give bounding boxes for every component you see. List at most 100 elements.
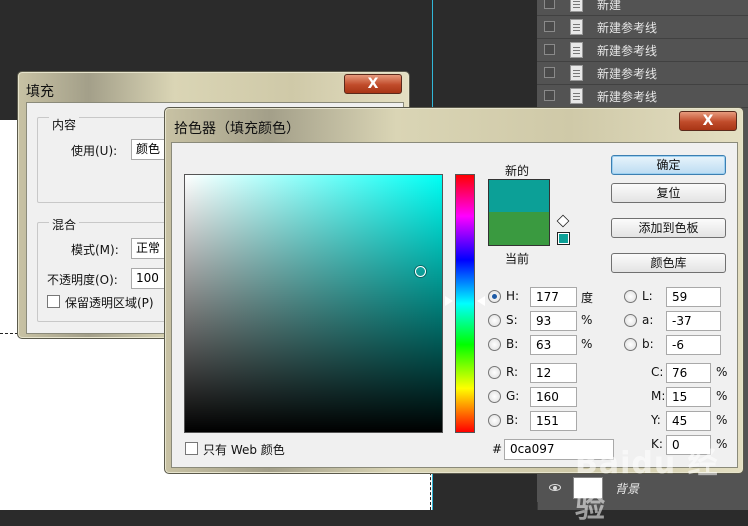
hue-slider-arrow-left[interactable] <box>445 296 453 306</box>
hue-unit: 度 <box>581 291 594 305</box>
hue-slider[interactable] <box>455 174 475 433</box>
red-input[interactable]: 12 <box>530 363 577 383</box>
yellow-unit: % <box>716 413 728 427</box>
blue-value: 151 <box>536 414 559 428</box>
lightness-value: 59 <box>672 290 688 304</box>
b-channel-value: -6 <box>672 338 684 352</box>
history-item[interactable]: 新建参考线 <box>537 39 748 62</box>
brightness-radio[interactable] <box>488 338 501 351</box>
red-label: R: <box>506 365 519 379</box>
b-channel-label: b: <box>642 337 654 351</box>
history-item-label: 新建参考线 <box>597 90 658 104</box>
b-channel-radio[interactable] <box>624 338 637 351</box>
cyan-label: C: <box>651 365 664 379</box>
a-channel-input[interactable]: -37 <box>666 311 721 331</box>
hue-radio[interactable] <box>488 290 501 303</box>
color-field-cursor[interactable] <box>415 266 426 277</box>
reset-button[interactable]: 复位 <box>611 183 726 203</box>
saturation-unit: % <box>581 313 593 327</box>
magenta-label: M: <box>651 389 666 403</box>
fill-dialog-title: 填充 <box>26 84 54 100</box>
magenta-value: 15 <box>672 390 688 404</box>
green-input[interactable]: 160 <box>530 387 577 407</box>
saturation-radio[interactable] <box>488 314 501 327</box>
lightness-radio[interactable] <box>624 290 637 303</box>
saturation-value: 93 <box>536 314 552 328</box>
close-button[interactable]: X <box>679 111 737 131</box>
b-channel-input[interactable]: -6 <box>666 335 721 355</box>
hex-value: 0ca097 <box>510 442 555 456</box>
use-label: 使用(U): <box>71 144 118 158</box>
new-color-swatch <box>488 179 550 212</box>
saturation-input[interactable]: 93 <box>530 311 577 331</box>
yellow-value: 45 <box>672 414 688 428</box>
a-channel-radio[interactable] <box>624 314 637 327</box>
red-radio[interactable] <box>488 366 501 379</box>
history-checkbox[interactable] <box>544 0 555 9</box>
color-picker-dialog: 拾色器（填充颜色） X 只有 Web 颜色 新的 当前 确定 复位 添加到色板 … <box>164 107 744 474</box>
magenta-input[interactable]: 15 <box>666 387 711 407</box>
history-item[interactable]: 新建参考线 <box>537 85 748 108</box>
opacity-label: 不透明度(O): <box>47 273 118 287</box>
document-icon <box>570 88 583 104</box>
history-checkbox[interactable] <box>544 67 555 78</box>
contents-group-title: 内容 <box>49 116 80 133</box>
preserve-transparency-label: 保留透明区域(P) <box>65 296 154 310</box>
close-icon: X <box>702 113 714 129</box>
document-icon <box>570 0 583 12</box>
hue-label: H: <box>506 289 520 303</box>
history-item-label: 新建参考线 <box>597 21 658 35</box>
green-value: 160 <box>536 390 559 404</box>
blue-label: B: <box>506 413 519 427</box>
lightness-label: L: <box>642 289 653 303</box>
brightness-label: B: <box>506 337 519 351</box>
current-color-swatch[interactable] <box>488 212 550 246</box>
preserve-transparency-checkbox[interactable] <box>47 295 60 308</box>
hex-label: # <box>492 442 503 456</box>
eye-icon[interactable] <box>549 484 561 491</box>
hue-value: 177 <box>536 290 559 304</box>
new-color-label: 新的 <box>505 164 530 178</box>
history-checkbox[interactable] <box>544 44 555 55</box>
green-radio[interactable] <box>488 390 501 403</box>
red-value: 12 <box>536 366 552 380</box>
yellow-label: Y: <box>651 413 661 427</box>
history-item[interactable]: 新建参考线 <box>537 62 748 85</box>
color-libraries-button[interactable]: 颜色库 <box>611 253 726 273</box>
use-select-value: 颜色 <box>136 142 161 156</box>
brightness-unit: % <box>581 337 593 351</box>
close-icon: X <box>367 76 379 92</box>
brightness-input[interactable]: 63 <box>530 335 577 355</box>
ok-button[interactable]: 确定 <box>611 155 726 175</box>
opacity-value: 100 <box>136 271 159 285</box>
hue-slider-arrow-right[interactable] <box>477 296 485 306</box>
web-safe-swatch[interactable] <box>557 232 570 245</box>
color-field[interactable] <box>184 174 443 433</box>
history-item-label: 新建 <box>597 0 622 12</box>
blue-input[interactable]: 151 <box>530 411 577 431</box>
add-to-swatches-button[interactable]: 添加到色板 <box>611 218 726 238</box>
color-picker-title: 拾色器（填充颜色） <box>174 121 300 137</box>
history-item-label: 新建参考线 <box>597 67 658 81</box>
mode-select-value: 正常 <box>136 241 161 255</box>
history-checkbox[interactable] <box>544 21 555 32</box>
cyan-value: 76 <box>672 366 688 380</box>
history-item[interactable]: 新建 <box>537 0 748 16</box>
yellow-input[interactable]: 45 <box>666 411 711 431</box>
document-icon <box>570 65 583 81</box>
green-label: G: <box>506 389 520 403</box>
cube-icon[interactable] <box>556 214 570 228</box>
brightness-value: 63 <box>536 338 552 352</box>
cyan-input[interactable]: 76 <box>666 363 711 383</box>
close-button[interactable]: X <box>344 74 402 94</box>
mode-label: 模式(M): <box>71 243 119 257</box>
web-only-checkbox[interactable] <box>185 442 198 455</box>
saturation-label: S: <box>506 313 518 327</box>
blending-group-title: 混合 <box>49 216 80 233</box>
history-item[interactable]: 新建参考线 <box>537 16 748 39</box>
blue-radio[interactable] <box>488 414 501 427</box>
watermark: Baidu 经验 <box>575 446 719 525</box>
history-checkbox[interactable] <box>544 90 555 101</box>
lightness-input[interactable]: 59 <box>666 287 721 307</box>
hue-input[interactable]: 177 <box>530 287 577 307</box>
